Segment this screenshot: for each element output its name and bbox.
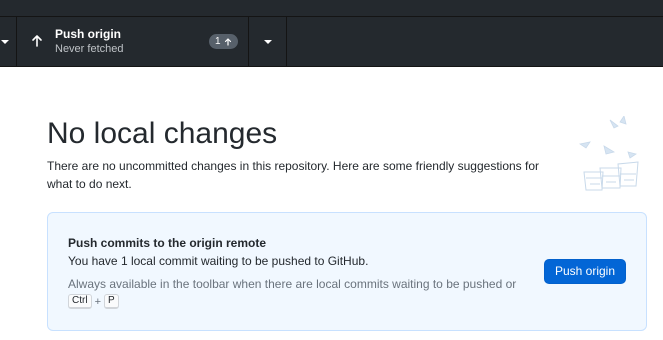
push-origin-text: Push origin Never fetched	[55, 27, 123, 56]
shortcut-plus: +	[94, 295, 101, 308]
push-suggestion-card: Push commits to the origin remote You ha…	[47, 212, 647, 331]
no-changes-view: No local changes There are no uncommitte…	[0, 68, 663, 340]
shortcut-key-ctrl: Ctrl	[68, 294, 92, 309]
intro-text: There are no uncommitted changes in this…	[47, 159, 540, 191]
branch-dropdown-toggle[interactable]	[0, 17, 17, 67]
suggestion-hint: Always available in the toolbar when the…	[68, 277, 517, 291]
suggestion-title: Push commits to the origin remote	[68, 236, 267, 250]
push-origin-toolbar-button[interactable]: Push origin Never fetched 1	[18, 17, 248, 67]
shortcut-key-p: P	[104, 294, 119, 309]
arrow-up-icon	[224, 37, 231, 46]
arrow-up-icon	[32, 35, 42, 47]
ahead-count: 1	[215, 36, 221, 47]
page-title: No local changes	[47, 117, 278, 150]
chevron-down-icon	[1, 40, 9, 44]
toolbar: Push origin Never fetched 1	[0, 17, 663, 67]
push-origin-subtitle: Never fetched	[55, 43, 124, 55]
push-options-dropdown[interactable]	[248, 17, 287, 67]
suggestion-description: You have 1 local commit waiting to be pu…	[68, 254, 369, 268]
toolbar-top-strip	[0, 0, 663, 17]
ahead-count-badge: 1	[209, 34, 238, 49]
empty-state-illustration	[578, 116, 639, 191]
push-origin-title: Push origin	[55, 27, 121, 41]
chevron-down-icon	[263, 40, 272, 44]
keyboard-shortcut: Ctrl + P	[68, 294, 119, 309]
push-origin-button[interactable]: Push origin	[544, 259, 626, 284]
